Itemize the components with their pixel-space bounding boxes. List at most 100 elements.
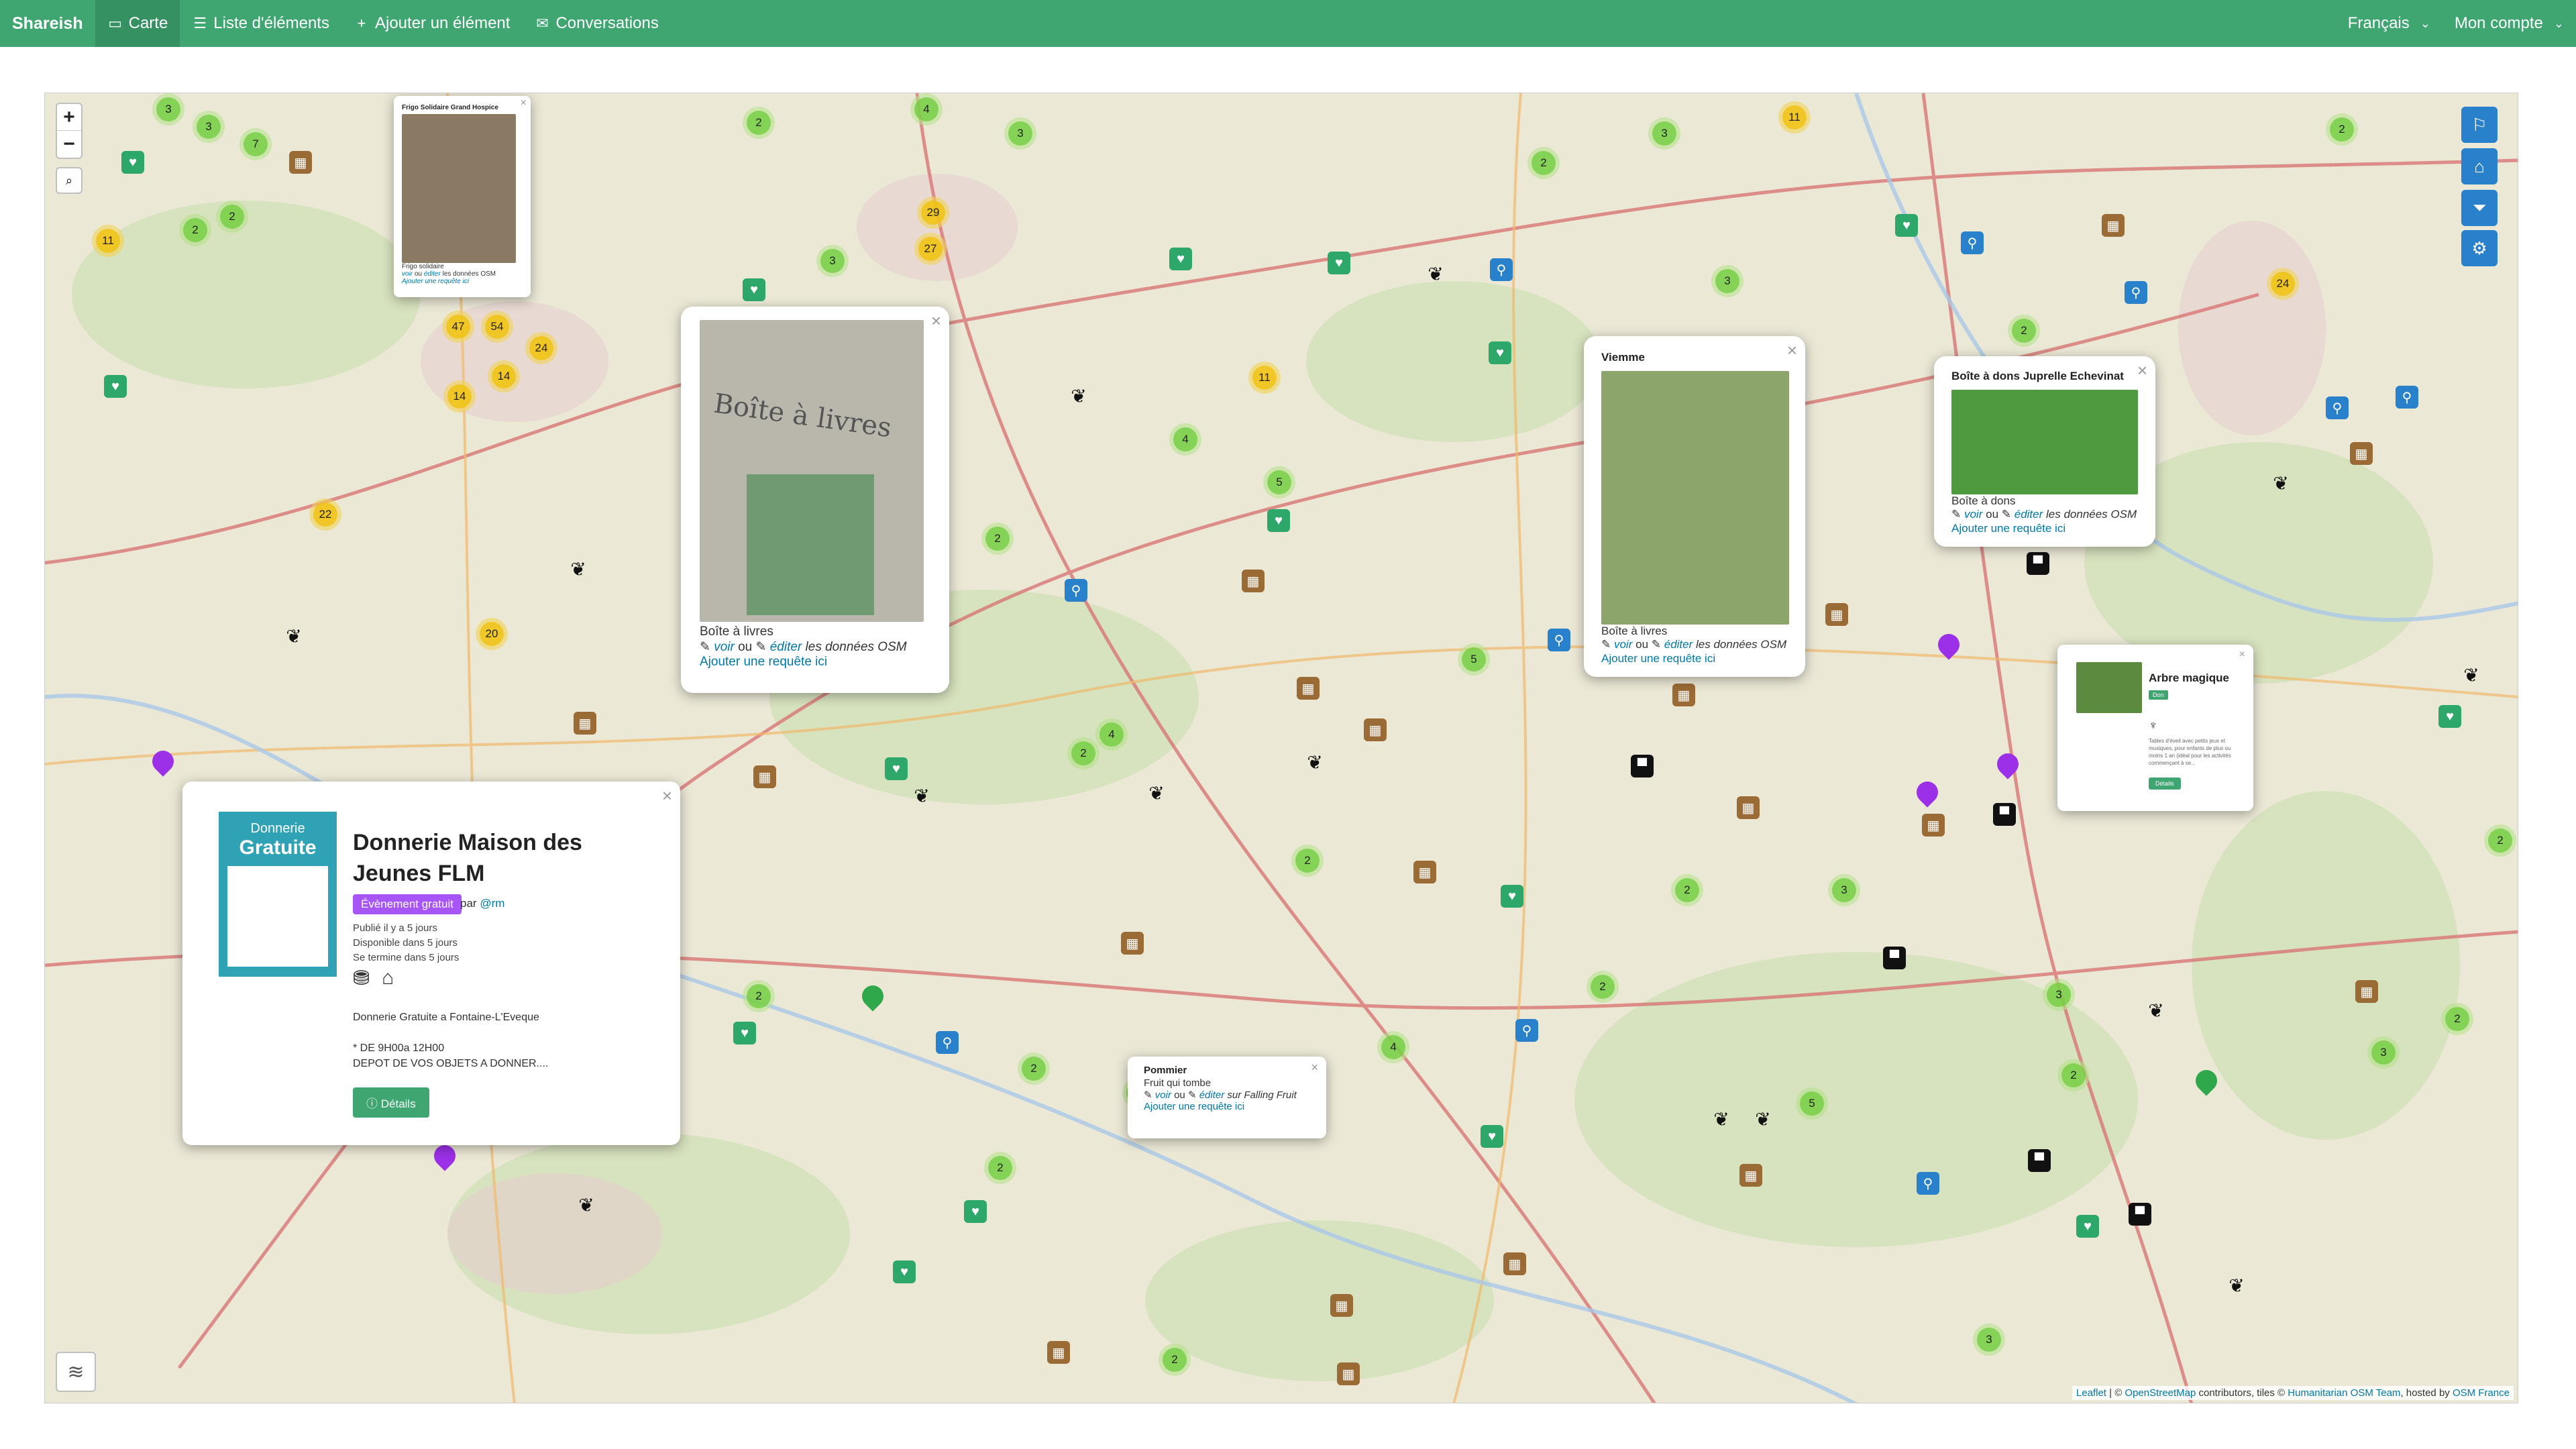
close-icon[interactable]: × [2137,360,2147,381]
edit-link[interactable]: éditer [1199,1089,1225,1101]
heart-marker-icon[interactable]: ♥ [1328,252,1350,274]
nav-item-add[interactable]: + Ajouter un élément [341,0,522,47]
box-marker-icon[interactable]: ▦ [1739,1164,1762,1187]
marker-cluster[interactable]: 3 [152,93,184,125]
box-marker-icon[interactable]: ▦ [1242,570,1265,592]
edit-link[interactable]: éditer [1664,638,1693,651]
water-marker-icon[interactable]: ⚲ [936,1031,959,1054]
marker-cluster[interactable]: 3 [1973,1324,2005,1356]
locate-button[interactable]: ⚐ [2461,107,2498,143]
marker-cluster[interactable]: 11 [92,225,124,257]
marker-cluster[interactable]: 2 [1527,147,1560,179]
marker-cluster[interactable]: 2 [2484,824,2516,857]
black-box-marker-icon[interactable]: ▀ [1631,755,1654,777]
marker-cluster[interactable]: 2 [2008,315,2040,347]
fruit-marker-icon[interactable]: ❦ [2269,472,2292,494]
osm-france-link[interactable]: OSM France [2453,1387,2510,1399]
marker-cluster[interactable]: 2 [743,980,775,1012]
box-marker-icon[interactable]: ▦ [289,151,312,174]
heart-marker-icon[interactable]: ♥ [104,375,127,398]
heart-marker-icon[interactable]: ♥ [1895,214,1918,237]
box-marker-icon[interactable]: ▦ [1121,932,1144,955]
marker-cluster[interactable]: 4 [1169,423,1201,455]
marker-cluster[interactable]: 22 [309,498,341,531]
add-request-link[interactable]: Ajouter une requête ici [1601,652,1715,665]
language-dropdown[interactable]: Français ⌄ [2336,0,2443,47]
marker-cluster[interactable]: 2 [2441,1003,2473,1035]
marker-cluster[interactable]: 14 [488,360,520,392]
box-marker-icon[interactable]: ▦ [1503,1252,1526,1275]
heart-marker-icon[interactable]: ♥ [1501,885,1523,908]
marker-cluster[interactable]: 54 [481,311,513,343]
water-marker-icon[interactable]: ⚲ [1548,629,1570,651]
water-marker-icon[interactable]: ⚲ [1961,231,1984,254]
marker-cluster[interactable]: 2 [981,523,1014,555]
black-box-marker-icon[interactable]: ▀ [2129,1203,2151,1226]
black-box-marker-icon[interactable]: ▀ [2028,1149,2051,1172]
marker-cluster[interactable]: 2 [2326,113,2358,146]
heart-marker-icon[interactable]: ♥ [893,1260,916,1283]
author-link[interactable]: @rm [480,897,504,910]
marker-cluster[interactable]: 29 [917,197,949,229]
marker-cluster[interactable]: 4 [1377,1031,1409,1063]
marker-cluster[interactable]: 3 [1648,117,1680,150]
fruit-marker-icon[interactable]: ❦ [1752,1108,1774,1130]
box-marker-icon[interactable]: ▦ [1825,603,1848,626]
box-marker-icon[interactable]: ▦ [2355,980,2378,1003]
black-box-marker-icon[interactable]: ▀ [1993,803,2016,826]
water-marker-icon[interactable]: ⚲ [2125,281,2147,304]
filter-button[interactable]: ⏷ [2461,190,2498,226]
heart-marker-icon[interactable]: ♥ [2076,1215,2099,1238]
fruit-marker-icon[interactable]: ❦ [2460,663,2483,686]
marker-cluster[interactable]: 2 [743,107,775,139]
marker-cluster[interactable]: 11 [1778,101,1811,133]
box-marker-icon[interactable]: ▦ [2350,442,2373,465]
edit-link[interactable]: éditer [2015,508,2043,521]
heart-marker-icon[interactable]: ♥ [121,151,144,174]
marker-cluster[interactable]: 2 [1018,1053,1050,1085]
view-link[interactable]: voir [1155,1089,1171,1101]
fruit-marker-icon[interactable]: ❦ [1424,262,1447,285]
marker-cluster[interactable]: 2 [1587,971,1619,1003]
add-request-link[interactable]: Ajouter une requête ici [1951,522,2065,535]
box-marker-icon[interactable]: ▦ [574,712,596,735]
osm-link[interactable]: OpenStreetMap [2125,1387,2196,1399]
heart-marker-icon[interactable]: ♥ [1481,1125,1503,1148]
close-icon[interactable]: × [931,311,941,331]
fruit-marker-icon[interactable]: ❦ [567,557,590,580]
marker-cluster[interactable]: 2 [1159,1344,1191,1376]
box-marker-icon[interactable]: ▦ [1337,1362,1360,1385]
zoom-in-button[interactable]: + [57,104,81,131]
marker-cluster[interactable]: 20 [476,618,508,650]
marker-cluster[interactable]: 4 [1095,718,1128,751]
hot-link[interactable]: Humanitarian OSM Team [2288,1387,2400,1399]
marker-cluster[interactable]: 4 [910,93,943,125]
marker-cluster[interactable]: 3 [193,111,225,143]
water-marker-icon[interactable]: ⚲ [1490,258,1513,281]
fruit-marker-icon[interactable]: ❦ [1145,782,1168,804]
water-marker-icon[interactable]: ⚲ [1917,1172,1939,1195]
water-marker-icon[interactable]: ⚲ [2396,386,2418,409]
fruit-marker-icon[interactable]: ❦ [1303,751,1326,773]
water-marker-icon[interactable]: ⚲ [1515,1019,1538,1042]
leaflet-link[interactable]: Leaflet [2076,1387,2106,1399]
marker-cluster[interactable]: 24 [2267,268,2299,300]
close-icon[interactable]: × [1787,340,1797,361]
view-link[interactable]: voir [1964,508,1982,521]
box-marker-icon[interactable]: ▦ [1364,718,1387,741]
view-link[interactable]: voir [402,270,413,278]
marker-cluster[interactable]: 7 [239,128,272,160]
marker-cluster[interactable]: 2 [179,214,211,246]
fruit-marker-icon[interactable]: ❦ [575,1193,598,1216]
box-marker-icon[interactable]: ▦ [753,765,776,788]
fruit-marker-icon[interactable]: ❦ [2225,1274,2248,1297]
heart-marker-icon[interactable]: ♥ [1169,248,1192,270]
box-marker-icon[interactable]: ▦ [1297,677,1320,700]
add-request-link[interactable]: Ajouter une requête ici [1144,1101,1244,1112]
box-marker-icon[interactable]: ▦ [1672,684,1695,706]
view-link[interactable]: voir [1614,638,1632,651]
box-marker-icon[interactable]: ▦ [1737,796,1760,819]
marker-cluster[interactable]: 2 [2057,1059,2090,1091]
box-marker-icon[interactable]: ▦ [1047,1341,1070,1364]
settings-button[interactable]: ⚙ [2461,230,2498,266]
